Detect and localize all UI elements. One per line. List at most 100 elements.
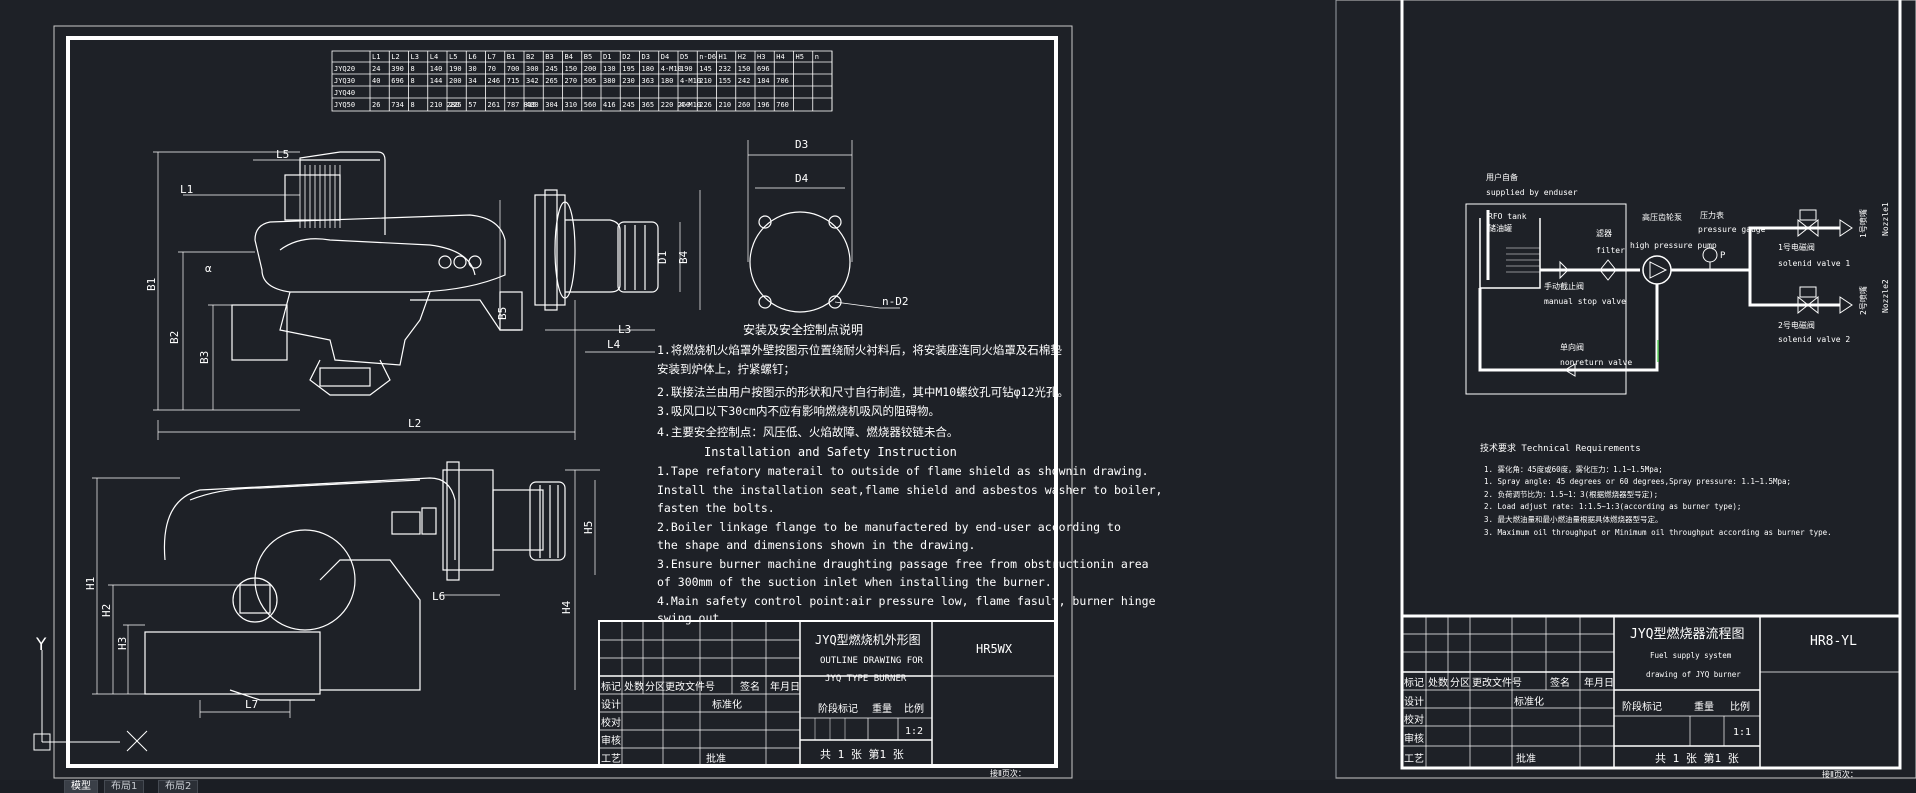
flange-face-view — [749, 211, 851, 313]
table-header-cell: B5 — [584, 53, 592, 61]
table-cell: 4-M10 — [680, 101, 701, 109]
table-cell: 261 — [488, 101, 501, 109]
sheet1-rev-h1: 处数 — [624, 680, 644, 693]
pump-cn-label: 高压齿轮泵 — [1642, 212, 1682, 222]
table-cell: 380 — [603, 77, 616, 85]
sheet1-title-en1: OUTLINE DRAWING FOR — [820, 656, 924, 666]
filter-cn-label: 滤器 — [1596, 228, 1612, 238]
sheet1-title-cn: JYQ型燃烧机外形图 — [815, 632, 921, 647]
table-header-cell: H1 — [719, 53, 727, 61]
table-header-cell: B2 — [526, 53, 534, 61]
table-cell: 26 — [372, 101, 380, 109]
table-cell: 363 — [642, 77, 655, 85]
sheet1-scale-label: 比例 — [904, 702, 924, 715]
notes-en-line-7: of 300mm of the suction inlet when insta… — [657, 575, 1052, 589]
table-cell: 4-M10 — [661, 65, 682, 73]
table-cell: 706 — [776, 77, 789, 85]
sv1-cn-label: 1号电磁阀 — [1778, 242, 1815, 252]
tab-layout-1[interactable]: 布局1 — [104, 780, 145, 793]
table-cell: 246 — [488, 77, 501, 85]
sheet2-drawing-no: HR8-YL — [1810, 634, 1857, 649]
dim-l5-label: L5 — [276, 148, 289, 161]
dim-alpha-label: α — [205, 262, 212, 275]
dim-l1-label: L1 — [180, 183, 193, 196]
fuel-flow-diagram — [1465, 203, 1853, 395]
table-cell: 8 — [411, 77, 415, 85]
supplied-en-label: supplied by enduser — [1486, 188, 1578, 197]
table-cell: 190 — [680, 65, 693, 73]
table-cell: 40 — [372, 77, 380, 85]
dim-b5-label: B5 — [496, 307, 509, 320]
table-cell: 150 — [738, 65, 751, 73]
table-cell: 505 — [584, 77, 597, 85]
table-cell: 265 — [545, 77, 558, 85]
tab-layout-2[interactable]: 布局2 — [158, 780, 199, 793]
sheet2-sheets: 共 1 张 第1 张 — [1655, 751, 1739, 765]
notes-cn-line-3: 2.联接法兰由用户按图示的形状和尺寸自行制造，其中M10螺纹孔可钻φ12光孔。 — [657, 385, 1069, 399]
table-cell: 30 — [468, 65, 476, 73]
table-cell: 260 — [738, 101, 751, 109]
table-header-cell: D1 — [603, 53, 611, 61]
sv2-cn-label: 2号电磁阀 — [1778, 320, 1815, 330]
table-header-cell: H4 — [776, 53, 784, 61]
sheet1-rev-h4: 签名 — [740, 680, 760, 693]
table-cell: 184 — [757, 77, 770, 85]
req-line-6: 3. Maximum oil throughput or Minimum oil… — [1484, 528, 1832, 537]
notes-en-line-9: swing out. — [657, 611, 726, 625]
table-header-cell: H5 — [796, 53, 804, 61]
table-cell: 365 — [642, 101, 655, 109]
table-cell: 8 — [411, 101, 415, 109]
dim-nd2-label: n-D2 — [882, 295, 909, 308]
dim-l4-label: L4 — [607, 338, 621, 351]
req-line-5: 3. 最大燃油量和最小燃油量根据具体燃烧器型号定。 — [1484, 514, 1663, 524]
sheet1-approve-label: 批准 — [706, 752, 726, 765]
req-line-3: 2. 负荷调节比为：1.5~1：3(根据燃烧器型号定); — [1484, 489, 1658, 499]
tab-model[interactable]: 模型 — [64, 780, 98, 793]
nozzle1-en-label: Nozzle1 — [1881, 202, 1890, 236]
pressure-gauge-symbol — [1702, 247, 1718, 263]
dim-b3-label: B3 — [198, 351, 211, 364]
table-header-cell: D3 — [642, 53, 650, 61]
table-cell: 245 — [545, 65, 558, 73]
notes-cn-line-5: 4.主要安全控制点：风压低、火焰故障、燃烧器铰链未合。 — [657, 425, 958, 439]
table-cell: 734 — [391, 101, 404, 109]
notes-en-line-6: 3.Ensure burner machine draughting passa… — [657, 557, 1149, 571]
req-title: 技术要求 Technical Requirements — [1480, 442, 1641, 454]
dim-b2-label: B2 — [168, 331, 181, 344]
table-cell: 200 — [449, 77, 462, 85]
req-line-2: 1. Spray angle: 45 degrees or 60 degrees… — [1484, 477, 1791, 486]
pump-en-label: high pressure pump — [1630, 241, 1717, 250]
table-model-cell: JYQ40 — [334, 89, 355, 97]
stop-valve-en-label: manual stop valve — [1544, 297, 1626, 306]
table-cell: 180 — [661, 77, 674, 85]
sheet2-role-process: 工艺 — [1404, 753, 1424, 765]
dim-b4-label: B4 — [677, 250, 690, 264]
table-cell: 304 — [545, 101, 558, 109]
dim-l2-label: L2 — [408, 417, 421, 430]
sheet1-drawing-no: HR5WX — [976, 642, 1013, 656]
sheet1-weight-label: 重量 — [872, 702, 892, 715]
dim-l6-label: L6 — [432, 590, 445, 603]
table-cell: 700 — [507, 65, 520, 73]
notes-en-line-5: the shape and dimensions shown in the dr… — [657, 538, 976, 552]
notes-cn-line-2: 安装到炉体上，拧紧螺钉； — [657, 362, 795, 376]
table-cell: 24 — [372, 65, 380, 73]
req-line-4: 2. Load adjust rate: 1:1.5~1:3(according… — [1484, 502, 1741, 511]
table-header-cell: L6 — [468, 53, 476, 61]
sheet2-rev-h3: 更改文件号 — [1472, 676, 1522, 689]
technical-requirements: 技术要求 Technical Requirements 1. 雾化角：45度或6… — [1480, 442, 1832, 537]
table-cell: 696 — [757, 65, 770, 73]
sheet1-role-check: 校对 — [601, 716, 621, 729]
dim-h3-label: H3 — [116, 637, 129, 650]
table-cell: 210 — [699, 77, 712, 85]
table-cell: 145 — [699, 65, 712, 73]
table-cell: 150 — [565, 65, 578, 73]
table-header-cell: n-D6 — [699, 53, 716, 61]
supplied-cn-label: 用户自备 — [1486, 172, 1518, 182]
table-header-cell: n — [815, 53, 819, 61]
cad-drawing-canvas[interactable]: L1 L2 L3 L4 L5 L6 L7 B1 B2 B3 B4 B5 D1 D2 D3 D4 D5 n-D6 H1… — [0, 0, 1916, 780]
installation-notes: 安装及安全控制点说明 1.将燃烧机火焰罩外壁按图示位置绕耐火衬料后，将安装座连同… — [657, 322, 1162, 625]
table-cell: 342 — [526, 77, 539, 85]
sheet1-corner-note: 接Ⅱ页次： — [990, 768, 1026, 778]
table-cell: 155 — [719, 77, 732, 85]
